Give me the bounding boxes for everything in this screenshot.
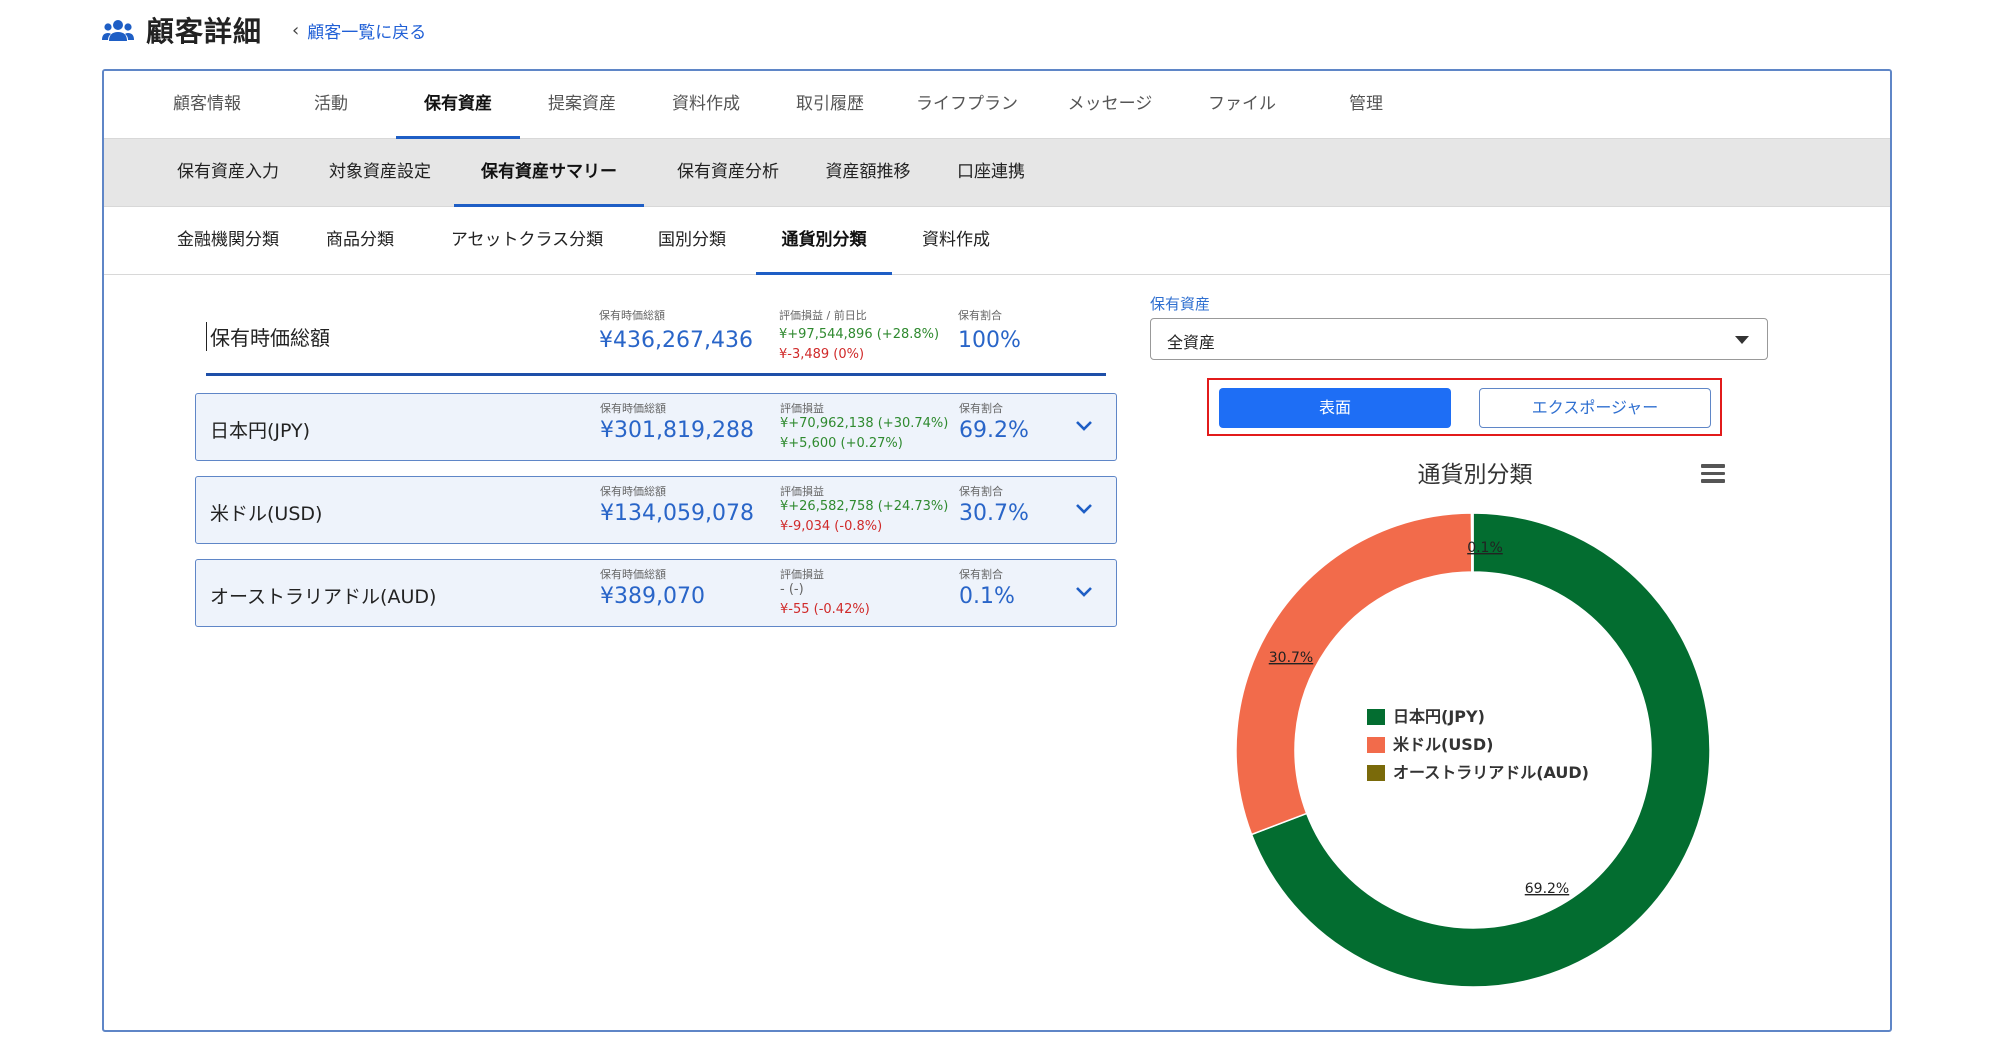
tab-holdings[interactable]: 保有資産 bbox=[396, 71, 520, 139]
value-caption: 保有時価総額 bbox=[600, 485, 666, 498]
chevron-down-icon[interactable] bbox=[1072, 580, 1096, 604]
surface-button[interactable]: 表面 bbox=[1219, 388, 1451, 428]
tab-holdings-summary[interactable]: 保有資産サマリー bbox=[454, 139, 644, 207]
tab-life-plan[interactable]: ライフプラン bbox=[894, 71, 1040, 139]
tab-materials[interactable]: 資料作成 bbox=[904, 207, 1008, 275]
pl-caption: 評価損益 bbox=[780, 402, 824, 415]
pl-caption: 評価損益 bbox=[780, 485, 824, 498]
tab-transaction-history[interactable]: 取引履歴 bbox=[768, 71, 892, 139]
tab-account-link[interactable]: 口座連携 bbox=[938, 139, 1044, 207]
ratio-caption: 保有割合 bbox=[959, 402, 1003, 415]
currency-ratio: 69.2% bbox=[959, 418, 1029, 443]
currency-daily-change: ¥-9,034 (-0.8%) bbox=[780, 519, 883, 534]
currency-donut-chart: 69.2% 30.7% 0.1% 日本円(JPY) 米ドル(USD) オーストラリアドル(… bbox=[1235, 512, 1711, 988]
sub-tabs: 保有資産入力 対象資産設定 保有資産サマリー 保有資産分析 資産額推移 口座連携 bbox=[104, 139, 1890, 207]
holdings-select-label: 保有資産 bbox=[1150, 295, 1211, 313]
pl-caption: 評価損益 bbox=[780, 568, 824, 581]
tab-target-asset-settings[interactable]: 対象資産設定 bbox=[312, 139, 448, 207]
dropdown-caret-icon bbox=[1735, 336, 1749, 344]
chart-menu-icon[interactable] bbox=[1701, 464, 1725, 484]
tab-holdings-analysis[interactable]: 保有資産分析 bbox=[660, 139, 796, 207]
currency-value: ¥389,070 bbox=[600, 584, 705, 609]
total-summary-label: 保有時価総額 bbox=[206, 322, 330, 351]
donut-data-label-0: 69.2% bbox=[1525, 881, 1569, 897]
chevron-down-icon[interactable] bbox=[1072, 414, 1096, 438]
currency-pl: - (-) bbox=[780, 582, 804, 597]
currency-value: ¥301,819,288 bbox=[600, 418, 754, 443]
chart-title: 通貨別分類 bbox=[1417, 462, 1533, 488]
legend-swatch-0 bbox=[1367, 709, 1385, 725]
donut-data-label-1: 30.7% bbox=[1269, 650, 1313, 666]
tab-admin[interactable]: 管理 bbox=[1304, 71, 1428, 139]
tab-product-classification[interactable]: 商品分類 bbox=[310, 207, 410, 275]
tab-files[interactable]: ファイル bbox=[1180, 71, 1304, 139]
total-pl-caption: 評価損益 / 前日比 bbox=[779, 309, 867, 322]
currency-name: オーストラリアドル(AUD) bbox=[210, 586, 437, 608]
legend-swatch-2 bbox=[1367, 765, 1385, 781]
currency-value: ¥134,059,078 bbox=[600, 501, 754, 526]
people-icon bbox=[102, 20, 134, 41]
currency-name: 米ドル(USD) bbox=[210, 503, 323, 525]
tab-country-classification[interactable]: 国別分類 bbox=[642, 207, 742, 275]
tab-asset-trend[interactable]: 資産額推移 bbox=[812, 139, 924, 207]
back-link-label: 顧客一覧に戻る bbox=[307, 22, 427, 43]
page-header: 顧客詳細 ‹ 顧客一覧に戻る bbox=[102, 8, 426, 52]
legend-label-0[interactable]: 日本円(JPY) bbox=[1393, 707, 1485, 726]
tab-holdings-input[interactable]: 保有資産入力 bbox=[160, 139, 296, 207]
tab-currency-classification[interactable]: 通貨別分類 bbox=[756, 207, 892, 275]
currency-ratio: 30.7% bbox=[959, 501, 1029, 526]
back-to-list-link[interactable]: ‹ 顧客一覧に戻る bbox=[292, 18, 426, 43]
ratio-caption: 保有割合 bbox=[959, 485, 1003, 498]
currency-daily-change: ¥+5,600 (+0.27%) bbox=[780, 436, 903, 451]
chevron-down-icon[interactable] bbox=[1072, 497, 1096, 521]
total-value-caption: 保有時価総額 bbox=[599, 309, 665, 322]
currency-pl: ¥+26,582,758 (+24.73%) bbox=[780, 499, 949, 514]
donut-slice-1[interactable] bbox=[1235, 512, 1473, 836]
tab-messages[interactable]: メッセージ bbox=[1042, 71, 1178, 139]
total-value: ¥436,267,436 bbox=[599, 328, 753, 353]
tab-institution-classification[interactable]: 金融機関分類 bbox=[160, 207, 296, 275]
chevron-left-icon: ‹ bbox=[292, 19, 300, 41]
donut-data-label-2: 0.1% bbox=[1467, 540, 1503, 556]
page-title: 顧客詳細 bbox=[146, 15, 263, 48]
tab-customer-info[interactable]: 顧客情報 bbox=[146, 71, 268, 139]
holdings-select-value: 全資産 bbox=[1167, 333, 1216, 352]
legend-swatch-1 bbox=[1367, 737, 1385, 753]
ratio-caption: 保有割合 bbox=[959, 568, 1003, 581]
currency-row-jpy[interactable]: 日本円(JPY) 保有時価総額 ¥301,819,288 評価損益 ¥+70,9… bbox=[195, 393, 1117, 461]
currency-ratio: 0.1% bbox=[959, 584, 1015, 609]
total-daily-change: ¥-3,489 (0%) bbox=[779, 347, 865, 362]
legend-label-1[interactable]: 米ドル(USD) bbox=[1393, 735, 1493, 754]
main-tabs: 顧客情報 活動 保有資産 提案資産 資料作成 取引履歴 ライフプラン メッセージ… bbox=[104, 71, 1890, 139]
total-summary-row: 保有時価総額 保有時価総額 ¥436,267,436 評価損益 / 前日比 ¥+… bbox=[206, 300, 1106, 376]
total-ratio-caption: 保有割合 bbox=[958, 309, 1002, 322]
total-ratio: 100% bbox=[958, 328, 1021, 353]
currency-pl: ¥+70,962,138 (+30.74%) bbox=[780, 416, 949, 431]
tab-document-creation[interactable]: 資料作成 bbox=[644, 71, 768, 139]
legend-label-2[interactable]: オーストラリアドル(AUD) bbox=[1393, 763, 1589, 782]
tab-proposed-assets[interactable]: 提案資産 bbox=[520, 71, 644, 139]
holdings-select[interactable]: 全資産 bbox=[1150, 318, 1768, 360]
tab-asset-class-classification[interactable]: アセットクラス分類 bbox=[438, 207, 616, 275]
currency-row-usd[interactable]: 米ドル(USD) 保有時価総額 ¥134,059,078 評価損益 ¥+26,5… bbox=[195, 476, 1117, 544]
exposure-button[interactable]: エクスポージャー bbox=[1479, 388, 1711, 428]
currency-daily-change: ¥-55 (-0.42%) bbox=[780, 602, 870, 617]
value-caption: 保有時価総額 bbox=[600, 568, 666, 581]
total-pl: ¥+97,544,896 (+28.8%) bbox=[779, 327, 940, 342]
tab-activity[interactable]: 活動 bbox=[270, 71, 392, 139]
classification-tabs: 金融機関分類 商品分類 アセットクラス分類 国別分類 通貨別分類 資料作成 bbox=[104, 207, 1890, 275]
currency-name: 日本円(JPY) bbox=[210, 420, 311, 442]
value-caption: 保有時価総額 bbox=[600, 402, 666, 415]
currency-row-aud[interactable]: オーストラリアドル(AUD) 保有時価総額 ¥389,070 評価損益 - (-… bbox=[195, 559, 1117, 627]
